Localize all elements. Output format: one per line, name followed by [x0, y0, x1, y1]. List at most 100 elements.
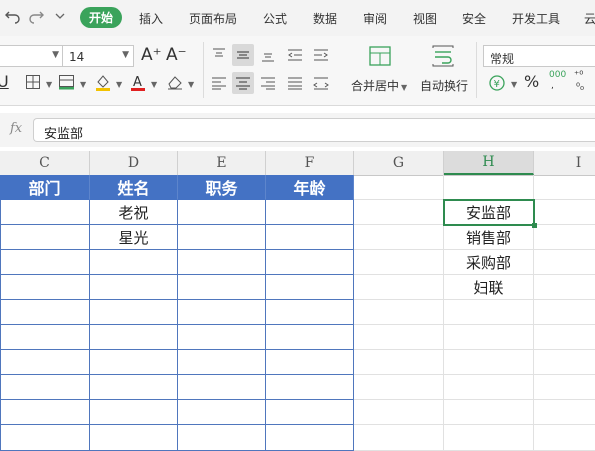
cell[interactable]	[534, 425, 595, 451]
table-cell[interactable]	[266, 375, 354, 400]
column-header-h[interactable]: H	[444, 151, 534, 175]
table-cell[interactable]	[266, 250, 354, 275]
cell[interactable]	[534, 300, 595, 325]
increase-font-size-icon[interactable]: A⁺	[141, 45, 162, 65]
column-header-c[interactable]: C	[0, 151, 90, 175]
indent-decrease-icon[interactable]	[284, 44, 306, 66]
table-cell[interactable]	[0, 225, 90, 250]
table-cell[interactable]	[266, 300, 354, 325]
table-cell[interactable]	[266, 225, 354, 250]
underline-icon[interactable]: U	[0, 72, 9, 91]
tab-cloud[interactable]: 云	[584, 10, 595, 27]
cell[interactable]	[354, 175, 444, 200]
table-cell[interactable]	[266, 425, 354, 451]
tab-insert[interactable]: 插入	[139, 10, 163, 27]
formula-input[interactable]: 安监部	[33, 118, 595, 142]
table-cell[interactable]	[0, 350, 90, 375]
align-bottom-icon[interactable]	[257, 44, 279, 66]
percent-button[interactable]: %	[524, 72, 539, 91]
table-cell[interactable]	[90, 325, 178, 350]
cell[interactable]	[354, 425, 444, 451]
header-cell-age[interactable]: 年龄	[266, 175, 354, 200]
table-cell-name[interactable]: 老祝	[90, 200, 178, 225]
cell[interactable]	[444, 375, 534, 400]
border-icon[interactable]	[22, 71, 44, 93]
column-header-d[interactable]: D	[90, 151, 178, 175]
cell[interactable]	[534, 225, 595, 250]
table-cell[interactable]	[178, 425, 266, 451]
merge-center-button[interactable]: 合并居中 ▼	[351, 77, 407, 94]
table-cell[interactable]	[90, 400, 178, 425]
table-cell[interactable]	[0, 250, 90, 275]
cell[interactable]	[444, 425, 534, 451]
table-cell[interactable]	[90, 275, 178, 300]
table-cell[interactable]	[0, 200, 90, 225]
cell[interactable]	[444, 400, 534, 425]
thousands-separator-button[interactable]: 000	[549, 70, 566, 80]
align-right-icon[interactable]	[257, 72, 279, 94]
header-cell-name[interactable]: 姓名	[90, 175, 178, 200]
table-cell[interactable]	[178, 350, 266, 375]
table-cell[interactable]	[178, 300, 266, 325]
clear-format-icon[interactable]	[164, 71, 186, 93]
font-name-select[interactable]: ▼	[0, 45, 64, 67]
cell-h-value[interactable]: 妇联	[444, 275, 534, 300]
tab-view[interactable]: 视图	[413, 10, 437, 27]
cell[interactable]	[354, 350, 444, 375]
align-top-icon[interactable]	[208, 44, 230, 66]
quick-access-dropdown-icon[interactable]	[51, 6, 69, 24]
align-middle-icon[interactable]	[232, 44, 254, 66]
cell[interactable]	[354, 200, 444, 225]
tab-developer[interactable]: 开发工具	[512, 10, 560, 27]
justify-icon[interactable]	[284, 72, 306, 94]
cell[interactable]	[354, 375, 444, 400]
cell[interactable]	[534, 400, 595, 425]
fill-handle[interactable]	[532, 223, 537, 228]
currency-icon[interactable]: ¥	[486, 72, 508, 94]
cell[interactable]	[534, 175, 595, 200]
table-cell[interactable]	[266, 200, 354, 225]
cell[interactable]	[444, 300, 534, 325]
table-cell[interactable]	[90, 425, 178, 451]
table-cell[interactable]	[90, 300, 178, 325]
column-header-f[interactable]: F	[266, 151, 354, 175]
sheet-grid[interactable]: 部门 姓名 职务 年龄 老祝 安监部 星光 销售部 采购部 妇联	[0, 175, 595, 451]
cell[interactable]	[354, 275, 444, 300]
table-cell[interactable]	[266, 325, 354, 350]
wrap-text-icon[interactable]	[430, 44, 456, 68]
table-cell[interactable]	[90, 250, 178, 275]
table-cell[interactable]	[90, 375, 178, 400]
decrease-font-size-icon[interactable]: A⁻	[166, 45, 187, 65]
cell-h-value[interactable]: 销售部	[444, 225, 534, 250]
table-cell[interactable]	[178, 400, 266, 425]
chevron-down-icon[interactable]: ▼	[114, 76, 122, 90]
redo-icon[interactable]	[27, 6, 45, 24]
cell[interactable]	[444, 325, 534, 350]
tab-review[interactable]: 审阅	[363, 10, 387, 27]
tab-page-layout[interactable]: 页面布局	[189, 10, 237, 27]
table-cell[interactable]	[0, 275, 90, 300]
cell[interactable]	[534, 325, 595, 350]
table-cell[interactable]	[266, 275, 354, 300]
cell[interactable]	[354, 300, 444, 325]
tab-formulas[interactable]: 公式	[263, 10, 287, 27]
cell[interactable]	[534, 250, 595, 275]
column-header-e[interactable]: E	[178, 151, 266, 175]
table-cell[interactable]	[0, 425, 90, 451]
table-cell[interactable]	[178, 275, 266, 300]
table-cell-name[interactable]: 星光	[90, 225, 178, 250]
cell-h-value[interactable]: 安监部	[444, 200, 534, 225]
cell[interactable]	[534, 375, 595, 400]
chevron-down-icon[interactable]: ▼	[509, 76, 517, 90]
increase-decimal-button[interactable]: ⁺⁰	[574, 70, 583, 81]
cell-style-icon[interactable]	[56, 71, 78, 93]
font-color-icon[interactable]: A	[127, 71, 149, 93]
chevron-down-icon[interactable]: ▼	[78, 76, 86, 90]
decrease-decimal-button[interactable]: ⁰₀	[576, 82, 584, 93]
chevron-down-icon[interactable]: ▼	[44, 76, 52, 90]
table-cell[interactable]	[178, 325, 266, 350]
table-cell[interactable]	[0, 300, 90, 325]
table-cell[interactable]	[0, 400, 90, 425]
cell[interactable]	[354, 325, 444, 350]
fx-icon[interactable]: fx	[10, 121, 22, 136]
